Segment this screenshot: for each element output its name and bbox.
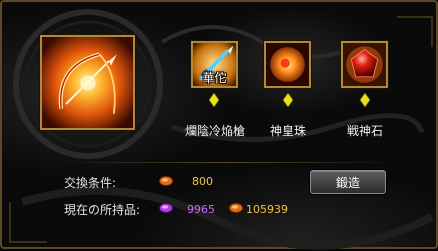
yellow-gem-icon (209, 93, 219, 107)
divider (58, 162, 398, 163)
material-slot-3[interactable] (341, 41, 388, 88)
yellow-gem-icon (360, 93, 370, 107)
purple-gem-icon (159, 203, 173, 213)
purple-amount-value: 9965 (187, 203, 215, 216)
forge-button[interactable]: 鍛造 (310, 170, 386, 194)
holdings-label: 現在の所持品: (64, 203, 141, 217)
material-overlay-label: 華佗 (202, 71, 227, 85)
orange-amount-value: 105939 (246, 203, 288, 216)
material-slot-2[interactable] (264, 41, 311, 88)
yellow-gem-icon (283, 93, 293, 107)
flaming-bow-icon (42, 37, 133, 128)
red-gem-icon (343, 43, 386, 86)
forge-panel: 華佗 爛陰冷焔槍 神皇珠 戦神石 交換条件: 800 現在の所持品: 9965 … (0, 0, 438, 250)
orange-coin-icon (229, 203, 243, 213)
forge-button-label: 鍛造 (335, 175, 360, 190)
fire-orb-icon (266, 43, 309, 86)
orange-coin-icon (159, 176, 173, 186)
exchange-cost-value: 800 (192, 175, 213, 188)
material-slot-1[interactable]: 華佗 (191, 41, 238, 88)
exchange-condition-label: 交換条件: (64, 176, 117, 190)
result-item-slot[interactable] (40, 35, 135, 130)
material-name-3: 戦神石 (346, 124, 383, 138)
